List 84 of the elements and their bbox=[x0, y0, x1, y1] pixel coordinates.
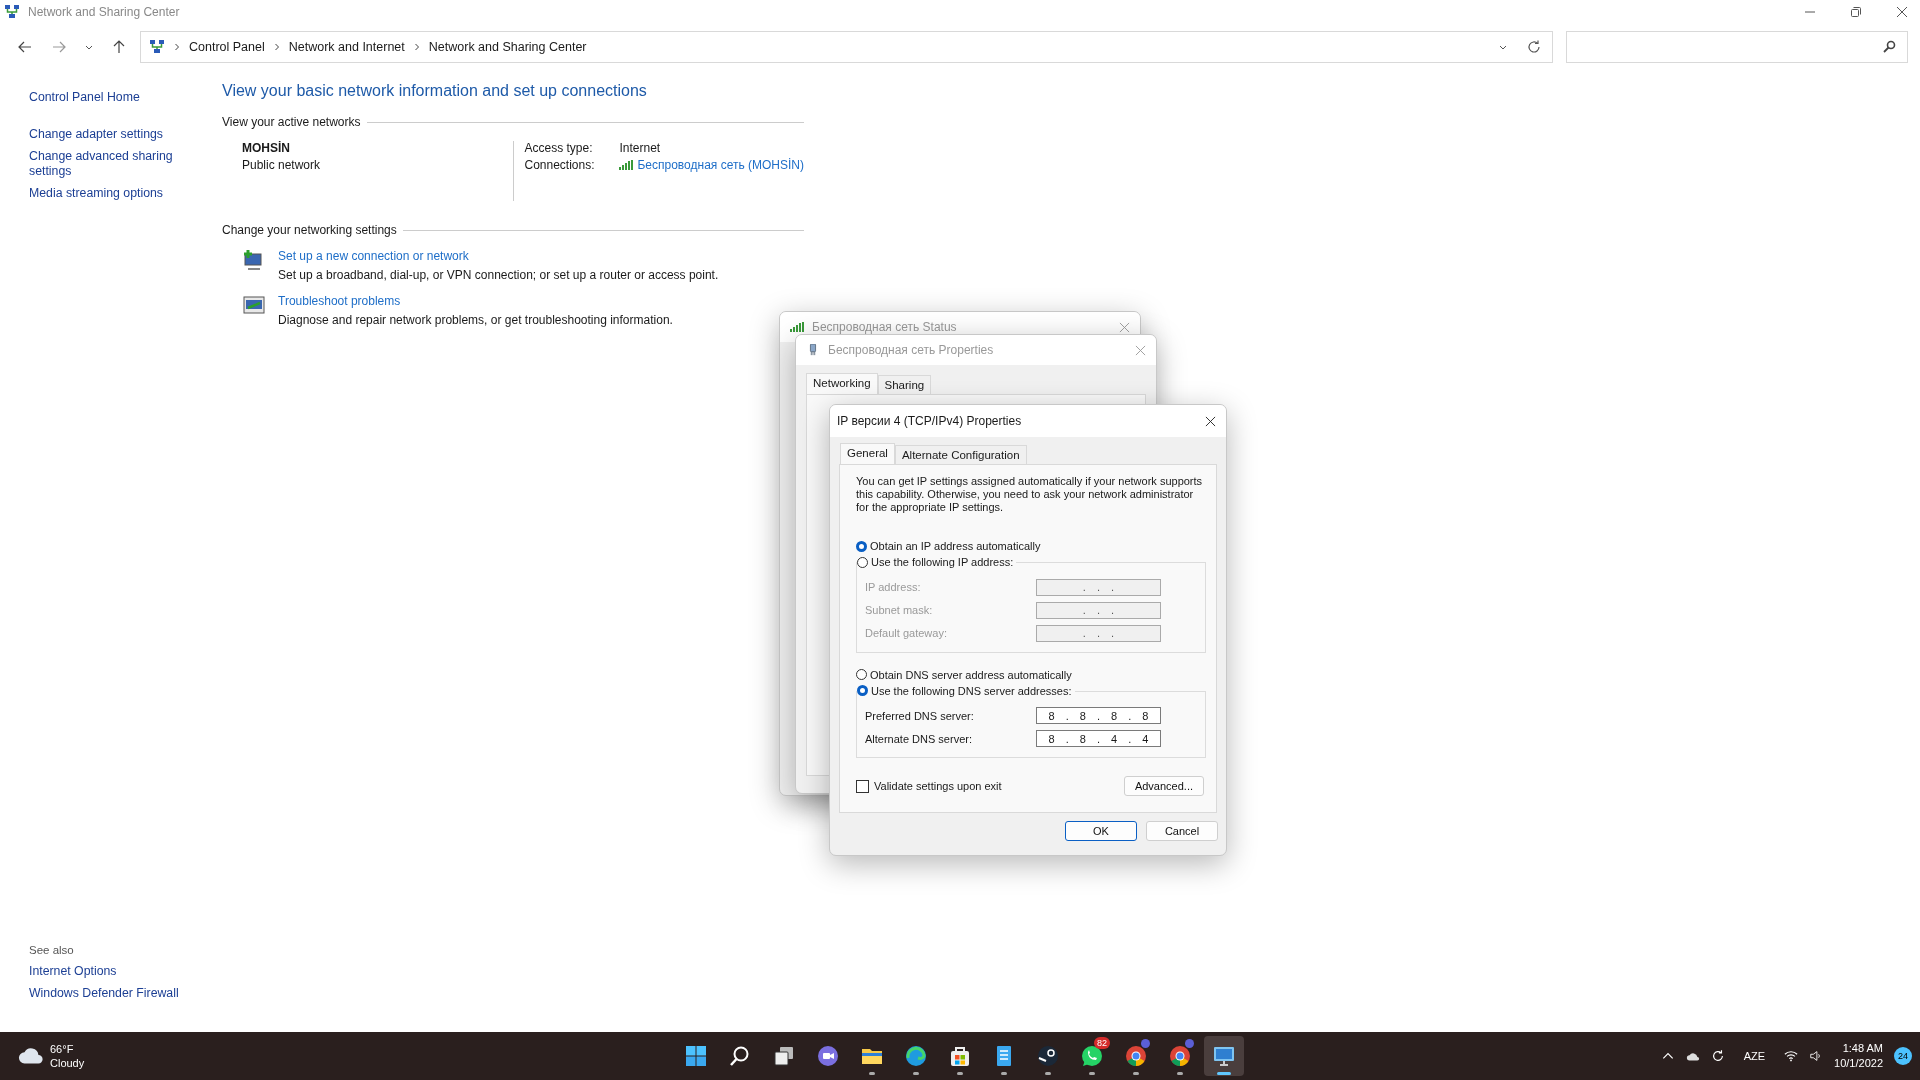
task-link[interactable]: Troubleshoot problems bbox=[278, 294, 673, 308]
field-label: IP address: bbox=[865, 581, 921, 593]
field-label: Access type: bbox=[524, 141, 594, 155]
address-bar[interactable]: Control Panel Network and Internet Network and Sharing Center bbox=[140, 31, 1553, 63]
windows-logo-icon bbox=[684, 1044, 708, 1068]
notification-badge: 82 bbox=[1094, 1037, 1110, 1049]
browser-circle-icon bbox=[1124, 1044, 1148, 1068]
restore-icon[interactable] bbox=[1850, 6, 1862, 18]
see-also-link[interactable]: Windows Defender Firewall bbox=[29, 986, 179, 1001]
dialog-title: Беспроводная сеть Status bbox=[812, 320, 957, 334]
signal-bars-icon bbox=[790, 321, 804, 333]
see-also-heading: See also bbox=[29, 944, 75, 956]
monitor-icon bbox=[1212, 1044, 1236, 1068]
connection-link[interactable]: Беспроводная сеть (MOHSİN) bbox=[637, 158, 804, 172]
input-language[interactable]: AZE bbox=[1743, 1050, 1766, 1062]
radio-option[interactable]: Use the following DNS server addresses: bbox=[857, 684, 1072, 697]
advanced-button[interactable]: Advanced... bbox=[1123, 776, 1204, 796]
chevron-icon bbox=[272, 43, 281, 51]
breadcrumb[interactable]: Network and Sharing Center bbox=[428, 40, 587, 54]
tab[interactable]: Sharing bbox=[877, 375, 932, 394]
sync-icon[interactable] bbox=[1710, 1049, 1725, 1063]
cancel-button[interactable]: Cancel bbox=[1146, 821, 1218, 841]
access-type-value: Internet bbox=[619, 141, 662, 155]
network-name: MOHSİN bbox=[242, 141, 291, 155]
window-title: Network and Sharing Center bbox=[28, 5, 180, 19]
piston-logo-icon bbox=[1036, 1044, 1060, 1068]
back-arrow-icon[interactable] bbox=[17, 39, 33, 55]
notification-count[interactable]: 24 bbox=[1894, 1047, 1912, 1065]
task-description: Set up a broadband, dial-up, or VPN connection; or set up a router or access point. bbox=[278, 268, 719, 282]
camera-bubble-icon bbox=[816, 1044, 840, 1068]
task-link[interactable]: Set up a new connection or network bbox=[278, 249, 719, 263]
sidebar-link[interactable]: Control Panel Home bbox=[29, 90, 179, 105]
sidebar-link[interactable]: Media streaming options bbox=[29, 186, 179, 201]
windows-stack-icon bbox=[772, 1044, 796, 1068]
search-icon bbox=[1881, 39, 1897, 55]
tab[interactable]: General bbox=[840, 443, 895, 464]
intro-text: You can get IP settings assigned automatically if your network supports this capability. Otherwise, you need to ask your network administrator for the appropriate IP settings. bbox=[856, 475, 1204, 514]
tab[interactable]: Networking bbox=[806, 373, 878, 394]
radio-option[interactable]: Use the following IP address: bbox=[857, 556, 1014, 568]
signal-bars-icon bbox=[619, 159, 634, 171]
weather-condition: Cloudy bbox=[50, 1056, 85, 1070]
temperature: 66°F bbox=[50, 1042, 75, 1056]
dialog-title: Беспроводная сеть Properties bbox=[828, 343, 994, 357]
breadcrumb[interactable]: Control Panel bbox=[189, 40, 265, 54]
see-also-link[interactable]: Internet Options bbox=[29, 964, 179, 979]
swirl-icon bbox=[904, 1044, 928, 1068]
checkbox-option[interactable]: Validate settings upon exit bbox=[856, 779, 1002, 793]
forward-arrow-icon[interactable] bbox=[51, 39, 67, 55]
task-description: Diagnose and repair network problems, or get troubleshooting information. bbox=[278, 313, 673, 327]
close-icon[interactable] bbox=[1205, 415, 1216, 427]
network-icon bbox=[149, 39, 165, 55]
phone-bubble-icon bbox=[1080, 1044, 1104, 1068]
sidebar-link[interactable]: Change advanced sharing settings bbox=[29, 149, 179, 179]
field-label: Default gateway: bbox=[865, 627, 947, 639]
dialog-title: IP версии 4 (TCP/IPv4) Properties bbox=[837, 414, 1022, 428]
cloud-icon bbox=[18, 1047, 44, 1065]
shopping-bag-icon bbox=[948, 1044, 972, 1068]
field-label: Preferred DNS server: bbox=[865, 709, 974, 722]
breadcrumb[interactable]: Network and Internet bbox=[288, 40, 405, 54]
radio-option[interactable]: Obtain an IP address automatically bbox=[856, 540, 1041, 552]
page-heading: View your basic network information and set up connections bbox=[222, 82, 648, 100]
field-label: Subnet mask: bbox=[865, 604, 933, 616]
ip-address-field[interactable]: 8 . 8 . 8 . 8 bbox=[1036, 707, 1161, 724]
up-arrow-icon[interactable] bbox=[111, 39, 127, 55]
chevron-icon bbox=[173, 43, 181, 51]
section-title: Change your networking settings bbox=[222, 223, 397, 237]
ip-address-field[interactable]: 8 . 8 . 4 . 4 bbox=[1036, 730, 1161, 747]
radio-option[interactable]: Obtain DNS server address automatically bbox=[856, 668, 1072, 681]
network-icon bbox=[4, 4, 20, 20]
field-label: Alternate DNS server: bbox=[865, 732, 972, 745]
search-field[interactable] bbox=[1566, 31, 1908, 63]
browser-circle-icon bbox=[1168, 1044, 1192, 1068]
clock[interactable]: 1:48 AM 10/1/2022 bbox=[1834, 1041, 1883, 1071]
ok-button[interactable]: OK bbox=[1065, 821, 1137, 841]
refresh-icon[interactable] bbox=[1526, 39, 1542, 55]
tab[interactable]: Alternate Configuration bbox=[894, 445, 1027, 464]
network-type: Public network bbox=[242, 158, 322, 172]
section-title: View your active networks bbox=[222, 115, 361, 129]
sidebar-link[interactable]: Change adapter settings bbox=[29, 127, 179, 142]
close-icon[interactable] bbox=[1896, 6, 1908, 18]
wifi-icon[interactable] bbox=[1784, 1049, 1799, 1063]
taskbar-app[interactable]: 82 bbox=[1072, 1036, 1112, 1076]
field-label: Connections: bbox=[524, 158, 596, 172]
chevron-icon bbox=[412, 43, 421, 51]
